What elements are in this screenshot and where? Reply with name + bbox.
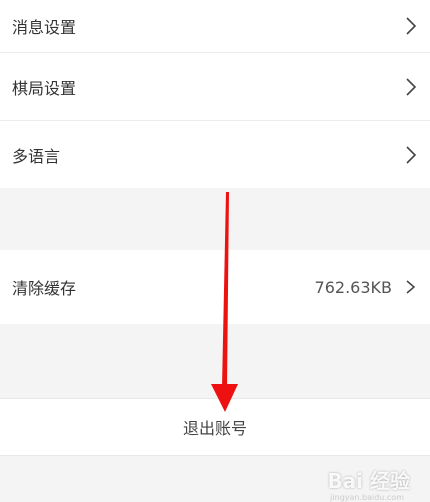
settings-item-messages[interactable]: 消息设置 [0, 0, 430, 52]
clear-cache-label: 清除缓存 [12, 279, 77, 298]
settings-item-label: 消息设置 [12, 18, 77, 37]
section-divider [0, 188, 430, 250]
logout-label: 退出账号 [182, 419, 247, 438]
watermark: Bai 经验 [327, 465, 410, 494]
settings-item-chess[interactable]: 棋局设置 [0, 52, 430, 120]
settings-item-label: 多语言 [12, 146, 61, 166]
logout-button[interactable]: 退出账号 [0, 398, 430, 456]
settings-screen: 消息设置 棋局设置 多语言 清除缓存 762.63KB 退出账号 [0, 0, 430, 456]
storage-group: 清除缓存 762.63KB [0, 250, 430, 324]
chevron-right-icon [406, 77, 417, 96]
chevron-right-icon [406, 17, 417, 35]
watermark-text: Bai 经验 [327, 469, 410, 493]
cache-size-value: 762.63KB [314, 277, 392, 297]
settings-item-label: 棋局设置 [12, 78, 77, 98]
settings-item-language[interactable]: 多语言 [0, 120, 430, 188]
chevron-right-icon [406, 280, 416, 294]
chevron-right-icon [406, 145, 417, 164]
clear-cache-item[interactable]: 清除缓存 762.63KB [0, 250, 430, 324]
settings-group: 消息设置 棋局设置 多语言 [0, 0, 430, 188]
section-divider [0, 324, 430, 398]
watermark-url: jingyan.baidu.com [330, 493, 404, 502]
